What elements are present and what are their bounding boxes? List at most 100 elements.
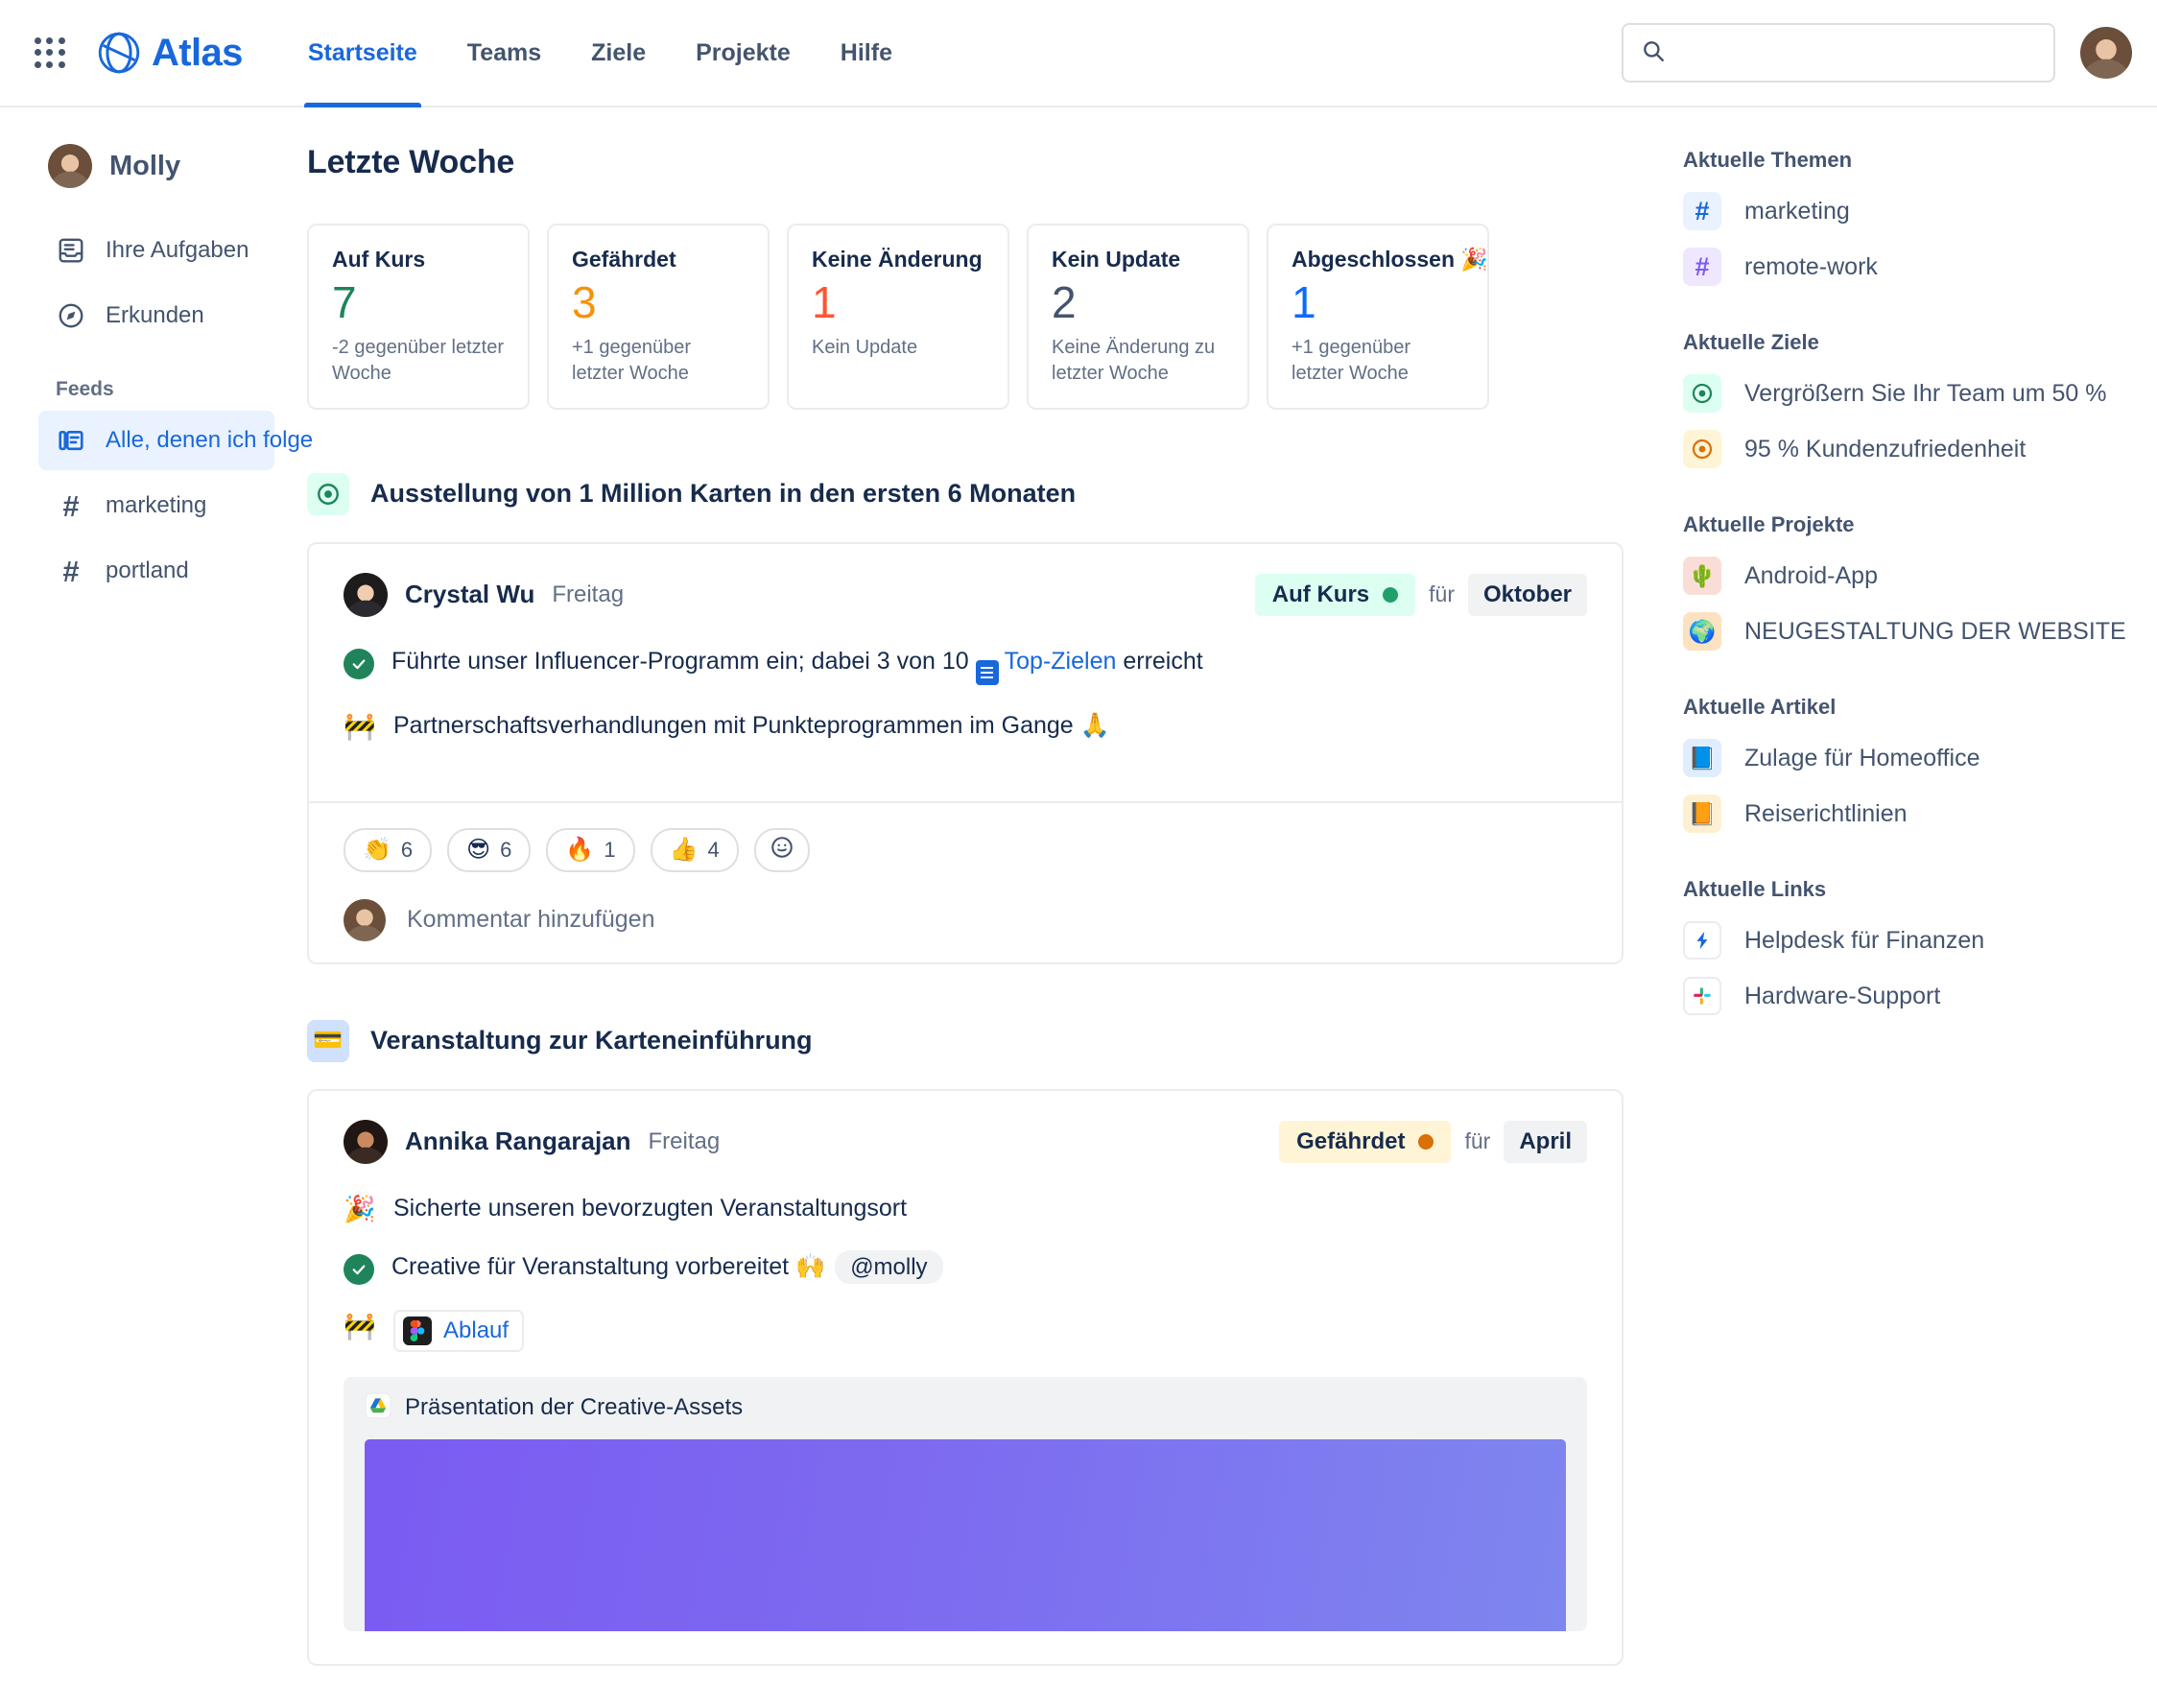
molly-avatar [48, 144, 92, 188]
reaction-count: 6 [500, 838, 511, 863]
clap-reaction[interactable]: 👏 6 [344, 828, 432, 872]
sidebar-item-ihre-aufgaben[interactable]: Ihre Aufgaben [38, 221, 274, 280]
sidebar-user[interactable]: Molly [48, 144, 265, 188]
add-reaction-smiley-icon [770, 835, 794, 865]
crystal-wu-avatar [344, 573, 388, 617]
feed-group-header[interactable]: 💳 Veranstaltung zur Karteneinführung [307, 1020, 1624, 1062]
atlas-logo-icon [98, 32, 140, 74]
main-content: Letzte Woche Auf Kurs 7 -2 gegenüber let… [288, 107, 1658, 1706]
feed-group-project-update: 💳 Veranstaltung zur Karteneinführung Ann… [307, 1020, 1624, 1666]
reaction-count: 1 [604, 838, 615, 863]
sidebar-feed-portland[interactable]: # portland [38, 541, 274, 601]
feed-group-title: Ausstellung von 1 Million Karten in den … [370, 479, 1076, 509]
stat-delta: Kein Update [812, 335, 986, 361]
thumbsup-reaction[interactable]: 👍 4 [651, 828, 739, 872]
goal-list-icon [976, 660, 999, 685]
status-dot-icon [1418, 1134, 1434, 1150]
right-item-kundenzufriedenheit[interactable]: 95 % Kundenzufriedenheit [1683, 430, 2119, 468]
mention-pill-molly[interactable]: @molly [835, 1250, 942, 1284]
status-period-badge[interactable]: Oktober [1468, 574, 1587, 616]
right-item-label: Android-App [1744, 562, 1878, 590]
right-item-team-vergroessern[interactable]: Vergrößern Sie Ihr Team um 50 % [1683, 374, 2119, 413]
check-circle-icon [344, 1254, 374, 1285]
hash-icon: # [56, 490, 86, 521]
check-circle-icon [344, 649, 374, 679]
right-group-title: Aktuelle Links [1683, 877, 2119, 902]
sidebar-item-label: Ihre Aufgaben [106, 237, 249, 264]
goal-target-icon [1683, 374, 1721, 413]
hash-icon: # [1683, 248, 1721, 286]
right-item-marketing[interactable]: # marketing [1683, 192, 2119, 230]
stat-value: 2 [1052, 278, 1226, 327]
sidebar-feeds-heading: Feeds [56, 378, 265, 401]
nav-link-projekte[interactable]: Projekte [671, 0, 816, 106]
right-item-zulage-fuer-homeoffice[interactable]: 📘 Zulage für Homeoffice [1683, 739, 2119, 777]
app-switcher-grid-icon[interactable] [29, 32, 71, 74]
bullet-text-after: erreicht [1116, 648, 1202, 675]
jira-service-management-icon [1683, 921, 1721, 960]
credit-card-icon: 💳 [307, 1020, 349, 1062]
right-item-label: Reiserichtlinien [1744, 800, 1908, 828]
right-item-remote-work[interactable]: # remote-work [1683, 248, 2119, 286]
search-box[interactable] [1622, 23, 2055, 83]
search-input[interactable] [1677, 40, 2036, 65]
stat-card-keine-aenderung[interactable]: Keine Änderung 1 Kein Update [787, 224, 1009, 410]
nav-link-ziele[interactable]: Ziele [566, 0, 671, 106]
right-group-aktuelle-links: Aktuelle Links Helpdesk für Finanzen [1683, 877, 2119, 1015]
status-badge-label: Gefährdet [1296, 1128, 1405, 1155]
sidebar-feed-alle-denen-ich-folge[interactable]: Alle, denen ich folge [38, 411, 274, 470]
sidebar-user-name: Molly [109, 151, 180, 182]
sunglasses-reaction[interactable]: 😎 6 [447, 828, 531, 872]
status-for-label: für [1429, 581, 1455, 607]
right-item-reiserichtlinien[interactable]: 📙 Reiserichtlinien [1683, 795, 2119, 833]
add-reaction-button[interactable] [754, 828, 810, 872]
nav-link-hilfe[interactable]: Hilfe [816, 0, 917, 106]
right-item-neugestaltung-der-website[interactable]: 🌍 NEUGESTALTUNG DER WEBSITE [1683, 612, 2119, 651]
right-item-label: Zulage für Homeoffice [1744, 745, 1980, 772]
fire-reaction[interactable]: 🔥 1 [546, 828, 634, 872]
figma-icon [403, 1317, 432, 1345]
status-badge[interactable]: Auf Kurs [1255, 574, 1415, 616]
stat-card-abgeschlossen[interactable]: Abgeschlossen 🎉 1 +1 gegenüber letzter W… [1267, 224, 1489, 410]
right-group-aktuelle-projekte: Aktuelle Projekte 🌵 Android-App 🌍 NEUGES… [1683, 512, 2119, 651]
stat-label: Gefährdet [572, 247, 747, 273]
stat-card-auf-kurs[interactable]: Auf Kurs 7 -2 gegenüber letzter Woche [307, 224, 530, 410]
search-icon [1641, 38, 1666, 68]
sidebar-feed-marketing[interactable]: # marketing [38, 476, 274, 535]
attachment-card[interactable]: Präsentation der Creative-Assets [344, 1377, 1587, 1631]
thumbsup-emoji-icon: 👍 [670, 836, 699, 864]
bullet-text-before: Creative für Veranstaltung vorbereitet 🙌 [391, 1253, 825, 1280]
status-badge[interactable]: Gefährdet [1279, 1121, 1451, 1163]
right-item-android-app[interactable]: 🌵 Android-App [1683, 557, 2119, 595]
stat-value: 3 [572, 278, 747, 327]
post-footer: 👏 6 😎 6 🔥 1 👍 4 [309, 801, 1622, 962]
nav-link-teams[interactable]: Teams [442, 0, 566, 106]
figma-link-chip[interactable]: Ablauf [393, 1310, 524, 1352]
stat-card-gefaehrdet[interactable]: Gefährdet 3 +1 gegenüber letzter Woche [547, 224, 770, 410]
post-bullet: 🚧 Ablauf [344, 1310, 1587, 1352]
right-group-title: Aktuelle Projekte [1683, 512, 2119, 537]
add-comment-row[interactable]: Kommentar hinzufügen [344, 899, 1587, 941]
hash-icon: # [56, 556, 86, 586]
sidebar-item-erkunden[interactable]: Erkunden [38, 286, 274, 345]
top-navigation-bar: Atlas Startseite Teams Ziele Projekte Hi… [0, 0, 2157, 107]
right-item-helpdesk-fuer-finanzen[interactable]: Helpdesk für Finanzen [1683, 921, 2119, 960]
post-author-name: Annika Rangarajan [405, 1127, 631, 1156]
stat-card-kein-update[interactable]: Kein Update 2 Keine Änderung zu letzter … [1027, 224, 1249, 410]
profile-avatar[interactable] [2080, 27, 2132, 79]
nav-right-cluster [1622, 23, 2132, 83]
feed-group-header[interactable]: Ausstellung von 1 Million Karten in den … [307, 473, 1624, 515]
right-group-aktuelle-artikel: Aktuelle Artikel 📘 Zulage für Homeoffice… [1683, 695, 2119, 833]
annika-rangarajan-avatar [344, 1120, 388, 1164]
attachment-preview-image [365, 1439, 1566, 1631]
nav-link-startseite[interactable]: Startseite [283, 0, 442, 106]
status-period-badge[interactable]: April [1504, 1121, 1587, 1163]
right-item-hardware-support[interactable]: Hardware-Support [1683, 977, 2119, 1015]
attachment-header: Präsentation der Creative-Assets [344, 1377, 1587, 1439]
stat-delta: Keine Änderung zu letzter Woche [1052, 335, 1226, 387]
post-body: Annika Rangarajan Freitag Gefährdet für … [309, 1091, 1622, 1664]
atlas-brand-logo[interactable]: Atlas [98, 32, 243, 75]
post-bullet-text: Sicherte unseren bevorzugten Veranstaltu… [393, 1193, 907, 1225]
post-bullet: 🎉 Sicherte unseren bevorzugten Veranstal… [344, 1193, 1587, 1226]
inline-link-top-zielen[interactable]: Top-Zielen [1005, 648, 1117, 675]
